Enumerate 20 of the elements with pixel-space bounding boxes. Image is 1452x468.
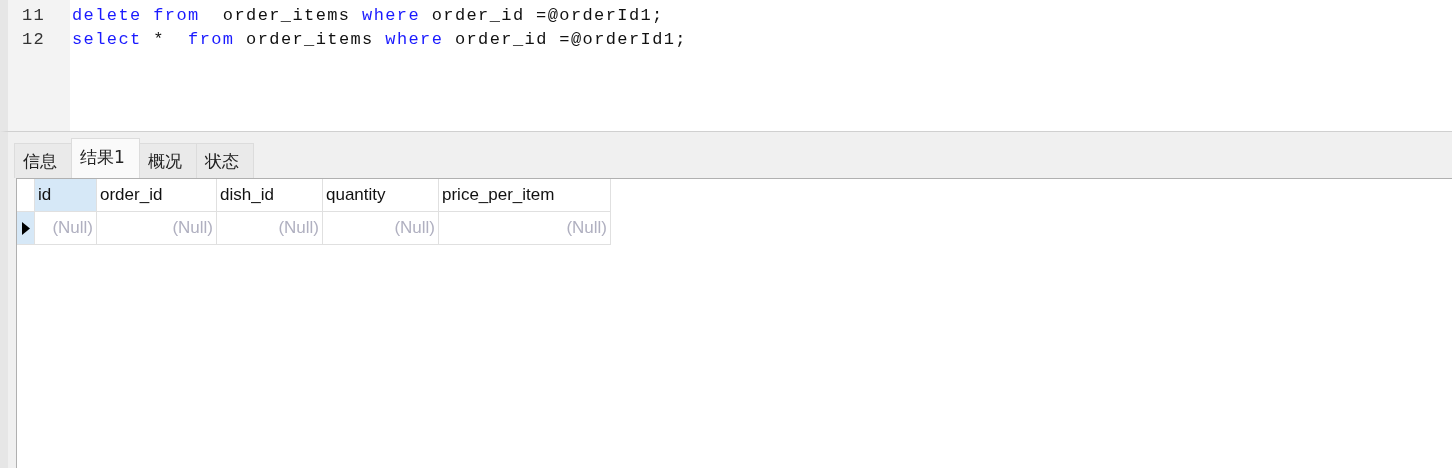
column-header[interactable]: order_id xyxy=(97,179,217,212)
row-indicator[interactable] xyxy=(17,212,35,245)
code-line: delete from order_items where order_id =@orderId1; xyxy=(72,5,664,27)
result-tab[interactable]: 结果1 xyxy=(71,138,140,178)
result-tab[interactable]: 信息 xyxy=(14,143,72,178)
column-header[interactable]: dish_id xyxy=(217,179,323,212)
table-cell: (Null) xyxy=(97,212,217,245)
table-cell: (Null) xyxy=(35,212,97,245)
result-tab[interactable]: 状态 xyxy=(195,143,254,178)
line-number: 12 xyxy=(21,29,47,51)
result-tab[interactable]: 概况 xyxy=(138,143,197,178)
table-cell: (Null) xyxy=(439,212,611,245)
line-number: 11 xyxy=(21,5,47,27)
table-cell: (Null) xyxy=(217,212,323,245)
table-cell: (Null) xyxy=(323,212,439,245)
column-header[interactable]: id xyxy=(35,179,97,212)
column-header[interactable]: quantity xyxy=(323,179,439,212)
column-header[interactable]: price_per_item xyxy=(439,179,611,212)
code-line: select * from order_items where order_id =@orderId1; xyxy=(72,29,687,51)
current-row-icon xyxy=(21,221,30,235)
